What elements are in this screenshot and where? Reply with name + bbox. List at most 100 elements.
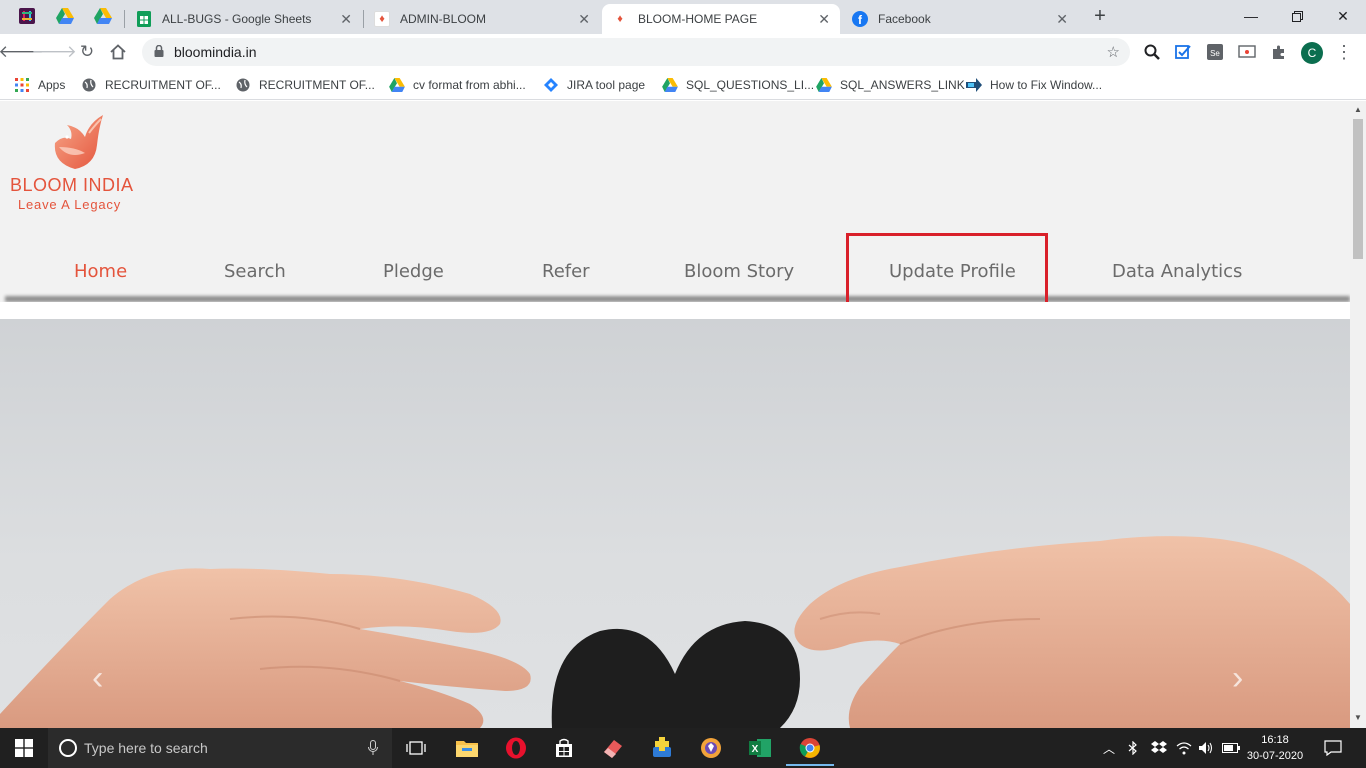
taskbar-clock[interactable]: 16:18 30-07-2020 <box>1244 732 1306 764</box>
back-arrow-icon[interactable]: 🡐 <box>0 40 44 64</box>
tab-title: ADMIN-BLOOM <box>400 12 487 26</box>
scrollbar-thumb[interactable] <box>1353 119 1363 259</box>
excel-icon[interactable]: X <box>746 734 774 762</box>
clock-date: 30-07-2020 <box>1246 750 1304 762</box>
tab-admin-bloom[interactable]: ♦ ADMIN-BLOOM ✕ <box>364 4 600 34</box>
bookmark-label: RECRUITMENT OF... <box>259 78 375 92</box>
hands-holding-heart-image <box>0 536 1350 728</box>
bookmark-label: RECRUITMENT OF... <box>105 78 221 92</box>
nav-pledge[interactable]: Pledge <box>383 261 444 282</box>
bookmark-how-to-fix[interactable]: How to Fix Window... <box>966 76 1102 94</box>
apps-grid-icon <box>14 77 30 93</box>
notifications-icon[interactable] <box>1324 728 1342 768</box>
reload-icon[interactable]: ↻ <box>75 40 99 64</box>
google-drive-tab-icon[interactable] <box>93 6 113 26</box>
bookmark-label: SQL_ANSWERS_LINK <box>840 78 965 92</box>
google-drive-icon <box>816 77 832 93</box>
file-explorer-icon[interactable] <box>453 734 481 762</box>
volume-icon[interactable] <box>1199 728 1215 768</box>
bookmark-apps[interactable]: Apps <box>14 76 65 94</box>
bookmark-sql-questions[interactable]: SQL_QUESTIONS_LI... <box>662 76 814 94</box>
scroll-up-arrow-icon[interactable]: ▲ <box>1354 105 1362 114</box>
logo-tagline: Leave A Legacy <box>18 197 121 212</box>
nav-data-analytics[interactable]: Data Analytics <box>1112 261 1242 282</box>
bookmark-jira[interactable]: JIRA tool page <box>543 76 645 94</box>
opera-browser-icon[interactable] <box>502 734 530 762</box>
bookmark-label: Apps <box>38 78 66 92</box>
scroll-down-arrow-icon[interactable]: ▼ <box>1354 713 1362 722</box>
tab-separator <box>124 10 125 28</box>
bird-logo-icon <box>54 115 103 169</box>
zoom-magnifier-icon[interactable] <box>1142 42 1162 62</box>
eraser-app-icon[interactable] <box>599 734 627 762</box>
facebook-icon: f <box>852 11 868 27</box>
brave-browser-icon[interactable] <box>697 734 725 762</box>
tab-title: ALL-BUGS - Google Sheets <box>162 12 312 26</box>
bloom-india-logo[interactable]: BLOOM INDIA Leave A Legacy <box>10 113 145 213</box>
bookmark-recruitment-2[interactable]: RECRUITMENT OF... <box>235 76 375 94</box>
url-text[interactable]: bloomindia.in <box>174 44 257 60</box>
globe-icon <box>81 77 97 93</box>
microsoft-store-icon[interactable] <box>550 734 578 762</box>
task-view-icon[interactable] <box>402 734 430 762</box>
slack-tab-icon[interactable] <box>17 6 37 26</box>
chrome-active-indicator <box>786 764 834 766</box>
minimize-window-icon[interactable]: — <box>1228 0 1274 32</box>
cortana-search-icon <box>59 739 77 757</box>
close-tab-icon[interactable]: ✕ <box>340 11 352 28</box>
google-sheets-icon <box>136 11 152 27</box>
profile-avatar[interactable]: C <box>1301 42 1323 64</box>
close-tab-icon[interactable]: ✕ <box>818 11 830 28</box>
google-drive-icon <box>662 77 678 93</box>
lock-icon <box>154 44 166 60</box>
new-tab-button[interactable]: + <box>1090 5 1110 27</box>
windows-taskbar: Type here to search X ︿ 16:18 30-07-2020 <box>0 728 1366 768</box>
nav-refer[interactable]: Refer <box>542 261 590 282</box>
nav-search[interactable]: Search <box>224 261 286 282</box>
extensions-puzzle-icon[interactable] <box>1269 42 1289 62</box>
bookmark-cv-format[interactable]: cv format from abhi... <box>389 76 526 94</box>
windows-start-icon[interactable] <box>0 728 48 768</box>
browser-tab-strip: ALL-BUGS - Google Sheets ✕ ♦ ADMIN-BLOOM… <box>0 0 1366 34</box>
page-scrollbar[interactable]: ▲ ▼ <box>1350 101 1366 728</box>
link-icon <box>966 77 982 93</box>
bluetooth-icon[interactable] <box>1128 728 1138 768</box>
app-plus-icon[interactable] <box>648 734 676 762</box>
clock-time: 16:18 <box>1261 734 1289 746</box>
svg-text:Se: Se <box>1210 49 1220 58</box>
logo-name: BLOOM INDIA <box>10 175 134 195</box>
battery-icon[interactable] <box>1222 728 1240 768</box>
tab-title: BLOOM-HOME PAGE <box>638 12 758 26</box>
close-tab-icon[interactable]: ✕ <box>1056 11 1068 28</box>
chrome-menu-icon[interactable]: ⋮ <box>1334 42 1354 62</box>
page-divider <box>0 302 1350 319</box>
bloom-favicon-icon: ♦ <box>617 13 623 25</box>
google-drive-tab-icon[interactable] <box>55 6 75 26</box>
bookmark-sql-answers[interactable]: SQL_ANSWERS_LINK <box>816 76 965 94</box>
checkbox-extension-icon[interactable] <box>1173 42 1193 62</box>
chrome-browser-icon[interactable] <box>796 734 824 762</box>
close-tab-icon[interactable]: ✕ <box>578 11 590 28</box>
address-bar[interactable]: bloomindia.in ☆ <box>142 38 1130 66</box>
bookmark-label: JIRA tool page <box>567 78 646 92</box>
carousel-next-chevron-icon[interactable]: › <box>1232 659 1243 698</box>
tab-bloom-home-page[interactable]: ♦ BLOOM-HOME PAGE ✕ <box>602 4 840 34</box>
selenium-extension-icon[interactable]: Se <box>1205 42 1225 62</box>
nav-home[interactable]: Home <box>74 261 127 282</box>
tab-all-bugs[interactable]: ALL-BUGS - Google Sheets ✕ <box>126 4 362 34</box>
nav-bloom-story[interactable]: Bloom Story <box>684 261 794 282</box>
close-window-icon[interactable]: ✕ <box>1320 0 1366 32</box>
taskbar-search-box[interactable]: Type here to search <box>48 728 392 768</box>
carousel-prev-chevron-icon[interactable]: ‹ <box>92 659 103 698</box>
tab-facebook[interactable]: f Facebook ✕ <box>842 4 1078 34</box>
bookmark-recruitment-1[interactable]: RECRUITMENT OF... <box>81 76 221 94</box>
restore-window-icon[interactable] <box>1274 0 1320 32</box>
forward-arrow-icon[interactable]: 🡒 <box>31 40 77 64</box>
home-icon[interactable] <box>106 40 130 64</box>
dropbox-icon[interactable] <box>1151 728 1167 768</box>
bookmark-star-icon[interactable]: ☆ <box>1107 43 1120 61</box>
screen-capture-extension-icon[interactable] <box>1237 42 1257 62</box>
microphone-icon[interactable] <box>368 740 378 759</box>
wifi-icon[interactable] <box>1176 728 1192 768</box>
show-hidden-icons-chevron-icon[interactable]: ︿ <box>1103 728 1115 768</box>
